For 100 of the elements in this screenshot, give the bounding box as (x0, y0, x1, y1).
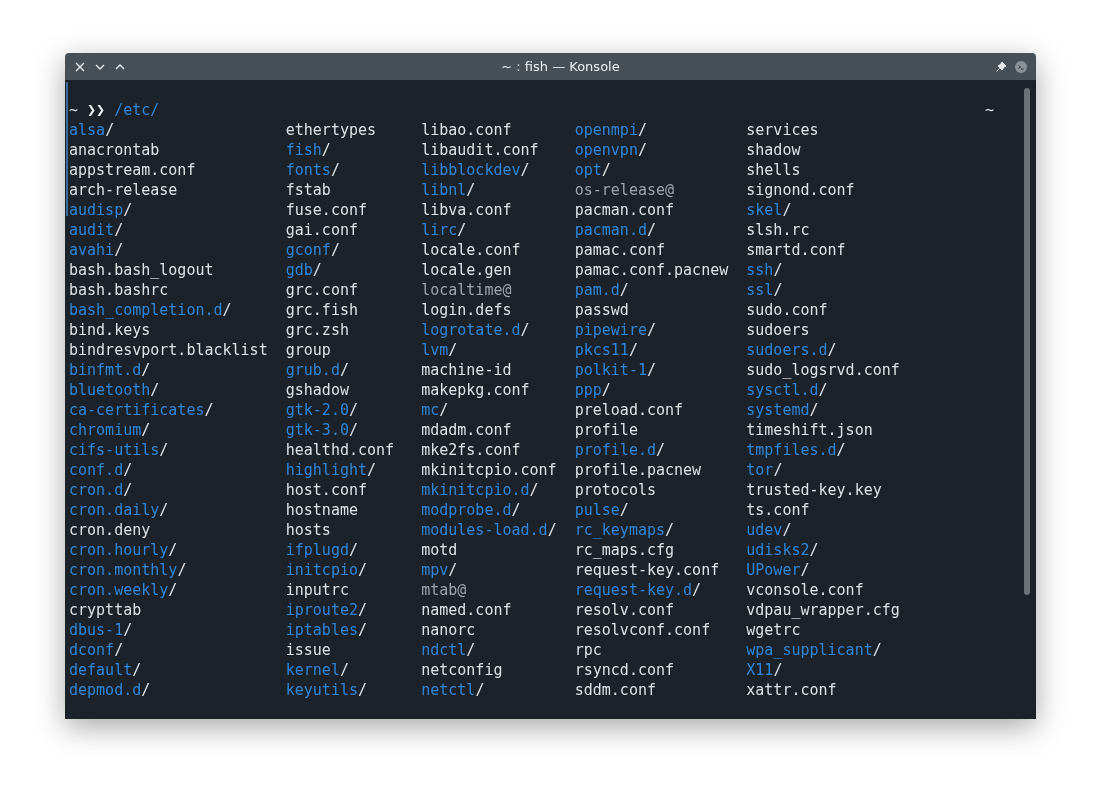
file-entry: locale.conf (421, 240, 522, 260)
directory-entry: avahi/ (69, 240, 125, 260)
directory-entry: highlight/ (285, 460, 378, 480)
file-entry: profile.pacnew (574, 460, 703, 480)
file-entry: xattr.conf (746, 680, 838, 700)
directory-entry: sudoers.d/ (746, 340, 838, 360)
pin-icon[interactable] (994, 59, 1008, 74)
file-entry: machine-id (421, 360, 513, 380)
terminal-app-icon (1014, 59, 1028, 74)
command-text: /etc/ (114, 100, 160, 120)
directory-entry: fonts/ (285, 160, 341, 180)
directory-entry: iptables/ (285, 620, 368, 640)
directory-entry: cron.weekly/ (69, 580, 179, 600)
directory-entry: netctl/ (421, 680, 486, 700)
file-entry: passwd (574, 300, 630, 320)
file-entry: protocols (574, 480, 657, 500)
file-entry: shadow (746, 140, 802, 160)
directory-entry: cron.d/ (69, 480, 134, 500)
file-entry: hostname (285, 500, 359, 520)
file-entry: grc.fish (285, 300, 359, 320)
file-entry: mdadm.conf (421, 420, 513, 440)
file-entry: cron.deny (69, 520, 152, 540)
file-entry: arch-release (69, 180, 179, 200)
file-entry: sddm.conf (574, 680, 657, 700)
directory-entry: libblockdev/ (421, 160, 531, 180)
symlink-entry: localtime@ (421, 280, 513, 300)
file-entry: pamac.conf.pacnew (574, 260, 730, 280)
file-entry: motd (421, 540, 459, 560)
directory-entry: wpa_supplicant/ (746, 640, 883, 660)
file-entry: pamac.conf (574, 240, 666, 260)
file-entry: resolvconf.conf (574, 620, 712, 640)
directory-entry: audit/ (69, 220, 125, 240)
file-entry: anacrontab (69, 140, 161, 160)
file-entry: netconfig (421, 660, 504, 680)
directory-entry: lvm/ (421, 340, 459, 360)
symlink-entry: os-release@ (574, 180, 676, 200)
file-entry: smartd.conf (746, 240, 847, 260)
directory-entry: fish/ (285, 140, 332, 160)
directory-entry: default/ (69, 660, 143, 680)
directory-entry: ppp/ (574, 380, 612, 400)
file-entry: timeshift.json (746, 420, 874, 440)
directory-entry: polkit-1/ (574, 360, 657, 380)
directory-entry: gtk-3.0/ (285, 420, 359, 440)
directory-entry: pipewire/ (574, 320, 657, 340)
directory-entry: ca-certificates/ (69, 400, 215, 420)
file-entry: fstab (285, 180, 332, 200)
directory-entry: cron.monthly/ (69, 560, 188, 580)
directory-entry: mkinitcpio.d/ (421, 480, 540, 500)
directory-entry: udev/ (746, 520, 793, 540)
file-entry: request-key.conf (574, 560, 721, 580)
directory-entry: bluetooth/ (69, 380, 161, 400)
file-entry: mkinitcpio.conf (421, 460, 558, 480)
file-entry: gshadow (285, 380, 350, 400)
file-entry: libva.conf (421, 200, 513, 220)
directory-entry: initcpio/ (285, 560, 368, 580)
file-entry: sudoers (746, 320, 811, 340)
directory-entry: conf.d/ (69, 460, 134, 480)
directory-entry: X11/ (746, 660, 784, 680)
directory-entry: depmod.d/ (69, 680, 152, 700)
file-entry: issue (285, 640, 332, 660)
file-entry: locale.gen (421, 260, 513, 280)
file-entry: ts.conf (746, 500, 811, 520)
directory-entry: cron.daily/ (69, 500, 170, 520)
directory-entry: profile.d/ (574, 440, 666, 460)
file-entry: trusted-key.key (746, 480, 883, 500)
directory-entry: gdb/ (285, 260, 323, 280)
file-entry: grc.zsh (285, 320, 350, 340)
directory-entry: gtk-2.0/ (285, 400, 359, 420)
file-entry: services (746, 120, 820, 140)
directory-entry: openmpi/ (574, 120, 648, 140)
file-entry: appstream.conf (69, 160, 197, 180)
file-entry: libao.conf (421, 120, 513, 140)
directory-entry: bash_completion.d/ (69, 300, 233, 320)
directory-entry: alsa/ (69, 120, 116, 140)
file-entry: host.conf (285, 480, 368, 500)
file-entry: mke2fs.conf (421, 440, 522, 460)
directory-entry: cifs-utils/ (69, 440, 170, 460)
directory-entry: systemd/ (746, 400, 820, 420)
directory-entry: binfmt.d/ (69, 360, 152, 380)
file-entry: sudo_logsrvd.conf (746, 360, 901, 380)
file-entry: grc.conf (285, 280, 359, 300)
file-entry: hosts (285, 520, 332, 540)
prompt-cwd: ~ (69, 100, 79, 120)
directory-entry: sysctl.d/ (746, 380, 829, 400)
file-entry: fuse.conf (285, 200, 368, 220)
file-entry: group (285, 340, 332, 360)
file-entry: preload.conf (574, 400, 685, 420)
scrollbar-thumb[interactable] (1024, 88, 1030, 595)
file-entry: named.conf (421, 600, 513, 620)
directory-entry: ndctl/ (421, 640, 477, 660)
directory-entry: grub.d/ (285, 360, 350, 380)
file-entry: sudo.conf (746, 300, 829, 320)
file-entry: gai.conf (285, 220, 359, 240)
file-entry: bindresvport.blacklist (69, 340, 269, 360)
directory-entry: rc_keymaps/ (574, 520, 676, 540)
directory-entry: pulse/ (574, 500, 630, 520)
directory-entry: kernel/ (285, 660, 350, 680)
directory-entry: opt/ (574, 160, 612, 180)
directory-entry: logrotate.d/ (421, 320, 531, 340)
right-prompt: ~ (984, 100, 994, 120)
